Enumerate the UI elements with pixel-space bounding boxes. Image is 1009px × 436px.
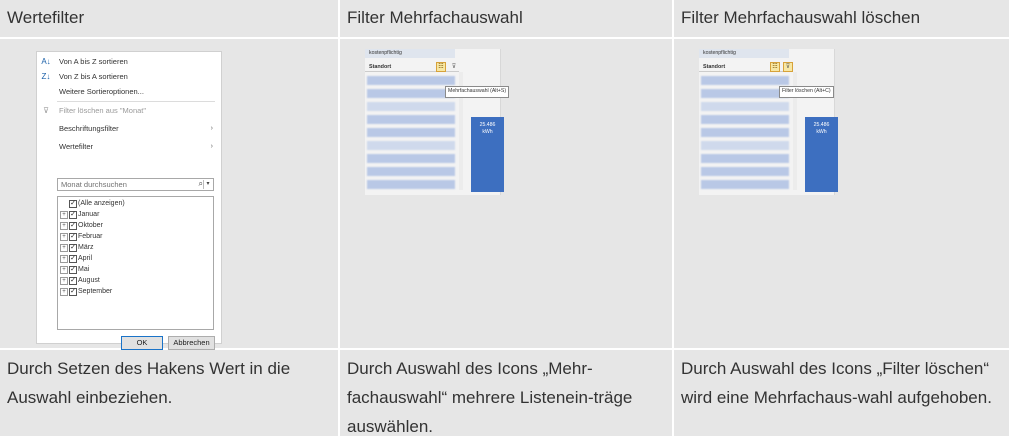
submenu-arrow-icon: › [210,125,213,132]
checkbox[interactable]: ✓ [69,255,77,263]
slicer-item[interactable] [701,102,789,111]
slicer-item[interactable] [701,89,789,98]
ok-button[interactable]: OK [121,336,163,350]
column-header-value-filter: Wertefilter [0,0,338,37]
column-header-multi-select: Filter Mehrfachauswahl [340,0,672,37]
slicer-item[interactable] [701,141,789,150]
description-clear-multi-select: Durch Auswahl des Icons „Filter löschen“… [674,350,1009,436]
menu-value-filter[interactable]: Wertefilter › [39,140,217,154]
expand-icon[interactable]: + [60,266,68,274]
slicer-item[interactable] [367,128,455,137]
instruction-table: Wertefilter Filter Mehrfachauswahl Filte… [0,0,1009,436]
bar-value: 25.486 [813,122,830,128]
expand-icon[interactable]: + [60,244,68,252]
list-item-label: Januar [78,211,100,218]
slicer-item[interactable] [701,180,789,189]
cancel-button[interactable]: Abbrechen [168,336,215,350]
menu-sort-za-label: Von Z bis A sortieren [59,72,128,81]
kwh-bar: 25.486 kWh [471,117,504,192]
filter-dropdown-dialog: A↓ Von A bis Z sortieren Z↓ Von Z bis A … [36,51,222,350]
kwh-bar: 25.486 kWh [805,117,838,192]
checkbox[interactable]: ✓ [69,244,77,252]
checkbox[interactable]: ✓ [69,211,77,219]
slicer-panel: kostenpflichtig Standort ☷ ⊽ 25.486 kWh … [365,49,510,195]
menu-label-filter-label: Beschriftungsfilter [59,124,119,133]
expand-icon[interactable]: + [60,288,68,296]
menu-more-sort-label: Weitere Sortieroptionen... [59,87,144,96]
menu-value-filter-label: Wertefilter [59,142,94,151]
filter-clear-icon[interactable]: ⊽ [449,62,459,72]
screenshot-value-filter: A↓ Von A bis Z sortieren Z↓ Von Z bis A … [0,39,338,350]
slicer-top-label: kostenpflichtig [699,49,789,58]
expand-icon[interactable]: + [60,233,68,241]
list-item-label: Februar [78,233,103,240]
slicer-item[interactable] [367,76,455,85]
slicer-item[interactable] [367,89,455,98]
list-item-label: Mai [78,266,90,273]
list-item-label: März [78,244,94,251]
clear-filter-icon: ⊽ [43,106,49,115]
submenu-arrow-icon: › [210,143,213,150]
slicer-top-label: kostenpflichtig [365,49,455,58]
menu-label-filter[interactable]: Beschriftungsfilter › [39,122,217,136]
bar-unit: kWh [816,129,827,135]
slicer-item[interactable] [367,115,455,124]
expand-icon[interactable]: + [60,277,68,285]
menu-clear-filter: ⊽ Filter löschen aus "Monat" [39,104,217,118]
chevron-down-icon[interactable]: ▾ [203,180,212,189]
sort-za-icon: Z↓ [41,72,51,81]
expand-icon[interactable]: + [60,211,68,219]
month-search-input[interactable]: Monat durchsuchen ⌕ ▾ [57,178,214,191]
description-value-filter: Durch Setzen des Hakens Wert in die Ausw… [0,350,338,436]
sort-az-icon: A↓ [41,57,51,66]
menu-more-sort[interactable]: Weitere Sortieroptionen... [39,85,217,99]
slicer-item[interactable] [367,102,455,111]
expand-icon[interactable]: + [60,255,68,263]
multi-select-icon[interactable]: ☷ [770,62,780,72]
menu-sort-az[interactable]: A↓ Von A bis Z sortieren [39,55,217,69]
menu-clear-filter-label: Filter löschen aus "Monat" [59,106,147,115]
menu-sort-az-label: Von A bis Z sortieren [59,57,128,66]
slicer-item[interactable] [701,128,789,137]
bar-unit: kWh [482,129,493,135]
description-multi-select: Durch Auswahl des Icons „Mehr-fachauswah… [340,350,672,436]
list-item-label: (Alle anzeigen) [78,200,125,207]
slicer-item[interactable] [367,180,455,189]
expand-icon[interactable]: + [60,222,68,230]
tooltip: Filter löschen (Alt+C) [779,86,834,98]
screenshot-clear-multi-select: kostenpflichtig Standort ☷ ⊽ 25.486 kWh … [674,39,1009,348]
list-item-label: September [78,288,113,295]
filter-clear-icon[interactable]: ⊽ [783,62,793,72]
menu-sort-za[interactable]: Z↓ Von Z bis A sortieren [39,70,217,84]
slicer-item[interactable] [701,115,789,124]
slicer-item[interactable] [701,167,789,176]
checkbox[interactable]: ✓ [69,277,77,285]
slicer-item[interactable] [701,154,789,163]
checkbox[interactable]: ✓ [69,266,77,274]
list-item-label: Oktober [78,222,103,229]
list-item-label: August [78,277,100,284]
screenshot-multi-select: kostenpflichtig Standort ☷ ⊽ 25.486 kWh … [340,39,672,348]
column-header-clear-multi-select: Filter Mehrfachauswahl löschen [674,0,1009,37]
checkbox[interactable]: ✓ [69,200,77,208]
month-checkbox-list: ✓ (Alle anzeigen) + ✓ Januar + ✓ Oktober + ✓ Febru… [57,196,214,330]
bar-value: 25.486 [479,122,496,128]
slicer-item[interactable] [367,141,455,150]
slicer-item[interactable] [701,76,789,85]
slicer-item[interactable] [367,154,455,163]
menu-divider [57,101,215,102]
search-placeholder: Monat durchsuchen [61,180,127,189]
list-item-label: April [78,255,93,262]
checkbox[interactable]: ✓ [69,288,77,296]
multi-select-icon[interactable]: ☷ [436,62,446,72]
checkbox[interactable]: ✓ [69,233,77,241]
slicer-item[interactable] [367,167,455,176]
tooltip: Mehrfachauswahl (Alt+S) [445,86,510,98]
checkbox[interactable]: ✓ [69,222,77,230]
slicer-panel: kostenpflichtig Standort ☷ ⊽ 25.486 kWh … [699,49,838,195]
